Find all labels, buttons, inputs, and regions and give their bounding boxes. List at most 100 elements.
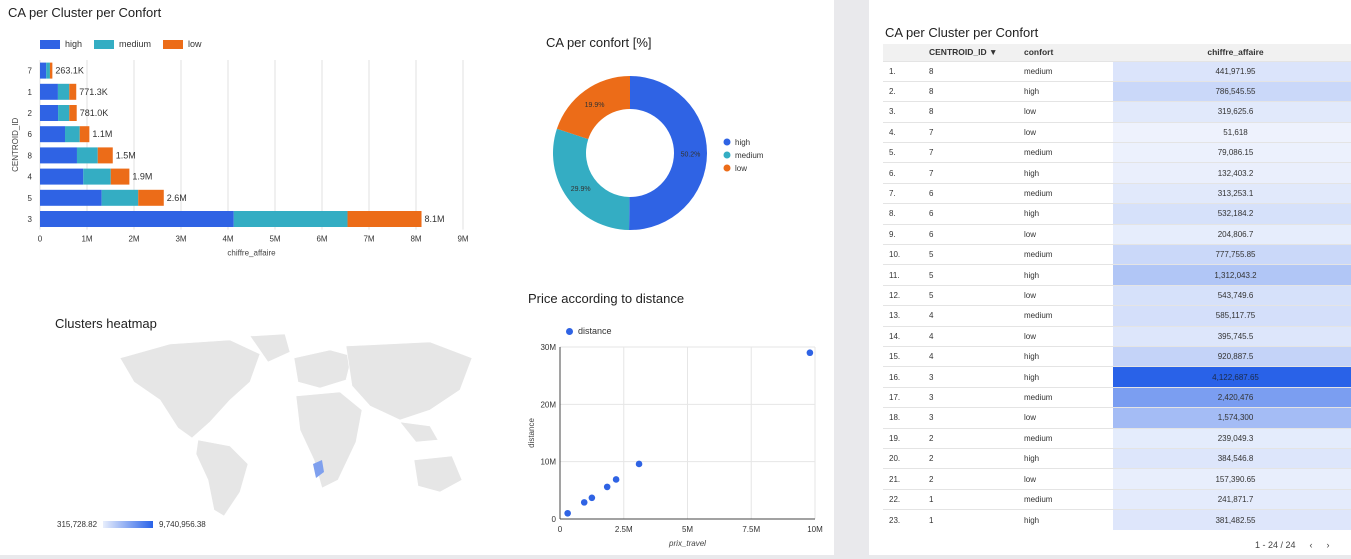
y-tick-label: 0 <box>552 515 557 524</box>
bar-segment-high <box>40 105 59 121</box>
x-tick-label: 1M <box>81 235 92 244</box>
scatter-point <box>580 499 588 506</box>
table-row[interactable]: 21. 2 low 157,390.65 <box>883 468 1351 490</box>
table-row[interactable]: 4. 7 low 51,618 <box>883 121 1351 143</box>
bar-segment-medium <box>233 211 348 227</box>
cell-confort: medium <box>1018 488 1113 510</box>
cell-chiffre-affaire: 4,122,687.65 <box>1113 366 1351 388</box>
row-index: 2. <box>883 80 923 102</box>
cell-confort: high <box>1018 162 1113 184</box>
donut-chart-title: CA per confort [%] <box>546 35 652 50</box>
bar-total-label: 2.6M <box>167 193 187 203</box>
legend-swatch-medium <box>94 39 115 49</box>
cell-confort: medium <box>1018 142 1113 163</box>
table-row[interactable]: 23. 1 high 381,482.55 <box>883 509 1351 530</box>
bar-segment-medium <box>46 62 50 79</box>
cell-chiffre-affaire: 441,971.95 <box>1113 60 1351 82</box>
table-row[interactable]: 6. 7 high 132,403.2 <box>883 162 1351 184</box>
cell-chiffre-affaire: 384,546.8 <box>1113 447 1351 469</box>
x-tick-label: 7.5M <box>742 525 760 534</box>
chevron-left-icon[interactable]: ‹ <box>1310 540 1313 550</box>
row-index: 5. <box>883 142 923 163</box>
bar-segment-low <box>79 126 90 143</box>
table-row[interactable]: 10. 5 medium 777,755.85 <box>883 244 1351 265</box>
legend-item-high[interactable]: high <box>40 39 82 49</box>
bar-total-label: 771.3K <box>79 87 108 97</box>
heatmap-title: Clusters heatmap <box>55 316 157 331</box>
scatter-point <box>806 349 814 357</box>
table-row[interactable]: 11. 5 high 1,312,043.2 <box>883 264 1351 286</box>
table-row[interactable]: 8. 6 high 532,184.2 <box>883 203 1351 225</box>
scatter-point <box>635 460 643 468</box>
table-row[interactable]: 14. 4 low 395,745.5 <box>883 325 1351 347</box>
cell-centroid-id: 8 <box>923 101 1018 123</box>
legend-label-low: low <box>735 164 747 173</box>
table-row[interactable]: 13. 4 medium 585,117.75 <box>883 305 1351 327</box>
table-row[interactable]: 17. 3 medium 2,420,476 <box>883 386 1351 408</box>
data-table: CENTROID_ID ▼ confort chiffre_affaire 1.… <box>883 44 1351 530</box>
cell-chiffre-affaire: 132,403.2 <box>1113 162 1351 184</box>
header-centroid-id[interactable]: CENTROID_ID ▼ <box>923 44 1018 61</box>
map-south-america <box>195 439 249 517</box>
legend-item-low[interactable]: low <box>163 39 202 49</box>
table-row[interactable]: 20. 2 high 384,546.8 <box>883 447 1351 469</box>
row-index: 18. <box>883 407 923 429</box>
row-index: 1. <box>883 60 923 82</box>
cell-centroid-id: 2 <box>923 427 1018 449</box>
donut-slice-medium <box>553 128 630 230</box>
table-row[interactable]: 15. 4 high 920,887.5 <box>883 345 1351 367</box>
x-tick-label: 10M <box>807 525 823 534</box>
table-row[interactable]: 3. 8 low 319,625.6 <box>883 101 1351 123</box>
table-row[interactable]: 7. 6 medium 313,253.1 <box>883 182 1351 204</box>
header-confort[interactable]: confort <box>1018 44 1113 61</box>
cell-confort: high <box>1018 447 1113 469</box>
table-row[interactable]: 19. 2 medium 239,049.3 <box>883 427 1351 449</box>
cell-centroid-id: 7 <box>923 142 1018 163</box>
legend-label-medium: medium <box>119 39 152 49</box>
table-row[interactable]: 5. 7 medium 79,086.15 <box>883 142 1351 163</box>
bar-total-label: 263.1K <box>55 66 84 76</box>
legend-dot-distance <box>566 327 573 335</box>
cell-confort: high <box>1018 366 1113 388</box>
table-row[interactable]: 1. 8 medium 441,971.95 <box>883 60 1351 82</box>
world-map <box>119 333 473 517</box>
y-tick-label: 30M <box>540 343 556 352</box>
table-row[interactable]: 18. 3 low 1,574,300 <box>883 407 1351 429</box>
table-row[interactable]: 12. 5 low 543,749.6 <box>883 284 1351 306</box>
y-tick-label: 7 <box>28 67 33 76</box>
legend-swatch-low <box>163 39 184 49</box>
legend-item-medium[interactable]: medium <box>94 39 151 49</box>
cell-centroid-id: 3 <box>923 366 1018 388</box>
row-index: 14. <box>883 325 923 347</box>
cell-centroid-id: 8 <box>923 60 1018 82</box>
table-row[interactable]: 22. 1 medium 241,871.7 <box>883 488 1351 510</box>
table-header-row: CENTROID_ID ▼ confort chiffre_affaire <box>883 44 1351 61</box>
x-tick-label: 3M <box>175 235 186 244</box>
bar-chart-title: CA per Cluster per Confort <box>8 5 162 20</box>
bar-segment-medium <box>58 105 70 121</box>
table-row[interactable]: 2. 8 high 786,545.55 <box>883 80 1351 102</box>
y-axis-label: distance <box>527 418 536 448</box>
donut-slice-label: 29.9% <box>571 186 591 193</box>
table-row[interactable]: 16. 3 high 4,122,687.65 <box>883 366 1351 388</box>
cell-chiffre-affaire: 204,806.7 <box>1113 223 1351 245</box>
heatmap-max-label: 9,740,956.38 <box>159 520 206 529</box>
bar-segment-low <box>69 105 77 121</box>
x-axis-label: chiffre_affaire <box>227 249 276 258</box>
map-australia <box>413 455 463 493</box>
table-row[interactable]: 9. 6 low 204,806.7 <box>883 223 1351 245</box>
bar-segment-low <box>69 83 77 100</box>
cell-centroid-id: 4 <box>923 305 1018 327</box>
chevron-right-icon[interactable]: › <box>1327 540 1330 550</box>
cell-confort: high <box>1018 264 1113 286</box>
bar-total-label: 8.1M <box>425 214 445 224</box>
cell-chiffre-affaire: 2,420,476 <box>1113 386 1351 408</box>
x-tick-label: 5M <box>682 525 693 534</box>
y-tick-label: 3 <box>28 215 33 224</box>
x-tick-label: 6M <box>316 235 327 244</box>
cell-centroid-id: 3 <box>923 386 1018 408</box>
map-europe <box>293 349 353 389</box>
row-index: 3. <box>883 101 923 123</box>
header-chiffre-affaire[interactable]: chiffre_affaire <box>1113 44 1351 61</box>
legend-label-high: high <box>65 39 83 49</box>
